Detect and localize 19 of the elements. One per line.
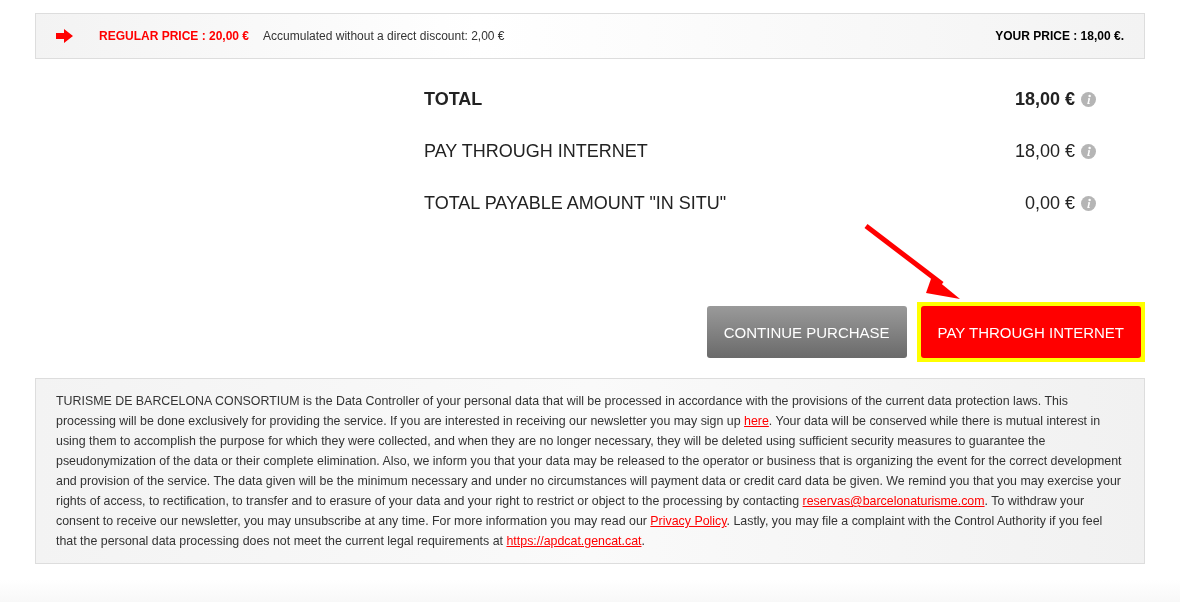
- total-amount: 0,00 €: [1024, 192, 1075, 214]
- info-icon[interactable]: [1081, 143, 1096, 159]
- total-label: TOTAL: [424, 88, 484, 110]
- regular-price: REGULAR PRICE : 20,00 €: [99, 29, 250, 43]
- notice-link[interactable]: Privacy Policy: [650, 514, 727, 528]
- pay-button[interactable]: PAY THROUGH INTERNET: [920, 306, 1141, 358]
- info-icon[interactable]: [1081, 195, 1096, 211]
- notice-link[interactable]: reservas@barcelonaturisme.com: [802, 494, 985, 508]
- discount-note: Accumulated without a direct discount: 2,00 €: [263, 29, 505, 43]
- total-label: PAY THROUGH INTERNET: [424, 140, 649, 162]
- privacy-notice: TURISME DE BARCELONA CONSORTIUM is the Data Controller of your personal data that will be processed in accordance with the provisions of the current data protection laws. This processing will be done exclusively for providing the service. If you are interested in receiving our newsletter you may sign up here. Your data will be conserved while there is mutual interest in using them to accomplish the purpose for which they were collected, and when they are no longer necessary, they will be deleted using sufficient security measures to guarantee the pseudonymization of the data or their complete elimination. Also, we inform you that your data may be released to the operator or business that is organizing the event for the correct development and provision of the service. The data given will be the minimum necessary and under no circumstances will payment data or credit card data be given. We remind you that you may exercise your rights of access, to rectification, to transfer and to erasure of your data and your right to restrict or object to the processing by contacting reservas@barcelonaturisme.com. To withdraw your consent to receive our newsletter, you may unsubscribe at any time. For more information you may read our Privacy Policy. Lastly, you may file a complaint with the Control Authority if you feel that the personal data processing does not meet the current legal requirements at https://apdcat.gencat.cat.: [35, 378, 1145, 564]
- total-label: TOTAL PAYABLE AMOUNT "IN SITU": [424, 192, 728, 214]
- total-amount: 18,00 €: [1014, 140, 1075, 162]
- arrow-icon: [56, 29, 73, 43]
- notice-link[interactable]: here: [744, 414, 769, 428]
- continue-button[interactable]: CONTINUE PURCHASE: [706, 306, 907, 358]
- info-icon[interactable]: [1081, 91, 1096, 107]
- your-price: YOUR PRICE : 18,00 €.: [995, 29, 1124, 43]
- total-amount: 18,00 €: [1014, 88, 1075, 110]
